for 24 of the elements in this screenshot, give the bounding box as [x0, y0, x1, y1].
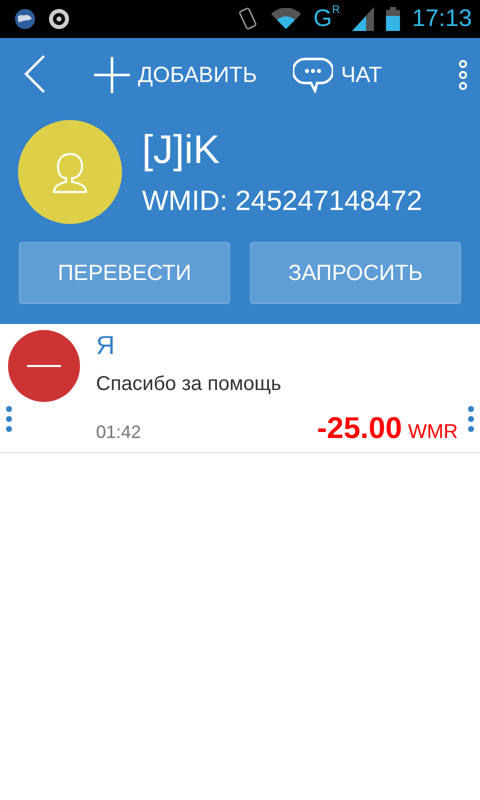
transaction-time: 01:42 — [96, 422, 142, 443]
globe-icon — [14, 8, 36, 30]
transaction-note: Спасибо за помощь — [96, 373, 282, 396]
plus-icon[interactable] — [94, 57, 130, 93]
signal-icon — [352, 7, 374, 31]
chat-button[interactable]: ЧАТ — [293, 57, 382, 93]
more-icon[interactable] — [6, 406, 12, 432]
action-button[interactable]: ПЕРЕВЕСТИ — [19, 242, 230, 304]
add-button[interactable]: ДОБАВИТЬ — [94, 57, 258, 93]
back-button[interactable] — [24, 54, 46, 96]
wmid-text: WMID: 245247148472 — [142, 184, 422, 216]
more-icon[interactable] — [468, 406, 474, 432]
network-type: G$^{R}$ — [313, 5, 340, 33]
action-button[interactable]: ЗАПРОСИТЬ — [250, 242, 461, 304]
currency-label: WMR — [408, 421, 458, 444]
clock: 17:13 — [412, 5, 472, 33]
battery-icon — [386, 7, 400, 31]
more-menu-icon[interactable] — [458, 60, 468, 90]
transaction-amount: -25.00 — [316, 412, 402, 446]
contact-name: [J]iK — [142, 128, 221, 172]
sender-name: Я — [96, 330, 116, 361]
vibrate-icon — [237, 6, 260, 32]
wifi-icon — [271, 8, 302, 30]
chat-icon[interactable] — [293, 57, 334, 93]
